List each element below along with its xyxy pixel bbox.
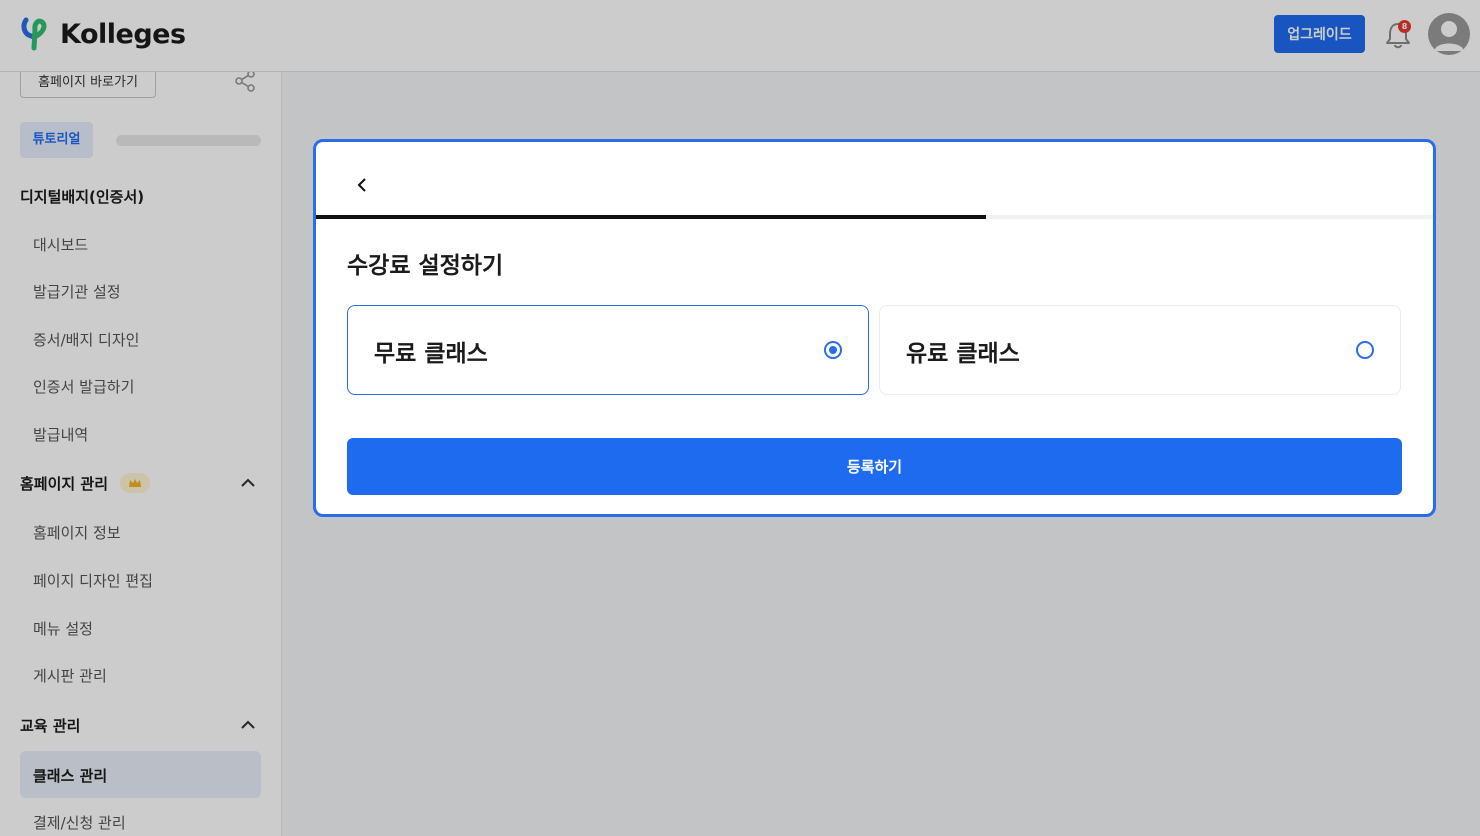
fee-settings-modal: 수강료 설정하기 무료 클래스 유료 클래스 등록하기 xyxy=(313,139,1436,517)
modal-title: 수강료 설정하기 xyxy=(347,253,504,279)
back-button[interactable] xyxy=(346,168,380,202)
step-progress-fill xyxy=(316,215,987,219)
option-free-class[interactable]: 무료 클래스 xyxy=(347,305,869,395)
option-label: 무료 클래스 xyxy=(374,341,488,367)
option-label: 유료 클래스 xyxy=(906,341,1020,367)
radio-selected[interactable] xyxy=(824,341,842,359)
radio-unselected[interactable] xyxy=(1356,341,1374,359)
chevron-left-icon xyxy=(357,178,366,192)
option-paid-class[interactable]: 유료 클래스 xyxy=(879,305,1401,395)
register-button[interactable]: 등록하기 xyxy=(347,438,1402,495)
step-progress-track xyxy=(316,215,1433,219)
